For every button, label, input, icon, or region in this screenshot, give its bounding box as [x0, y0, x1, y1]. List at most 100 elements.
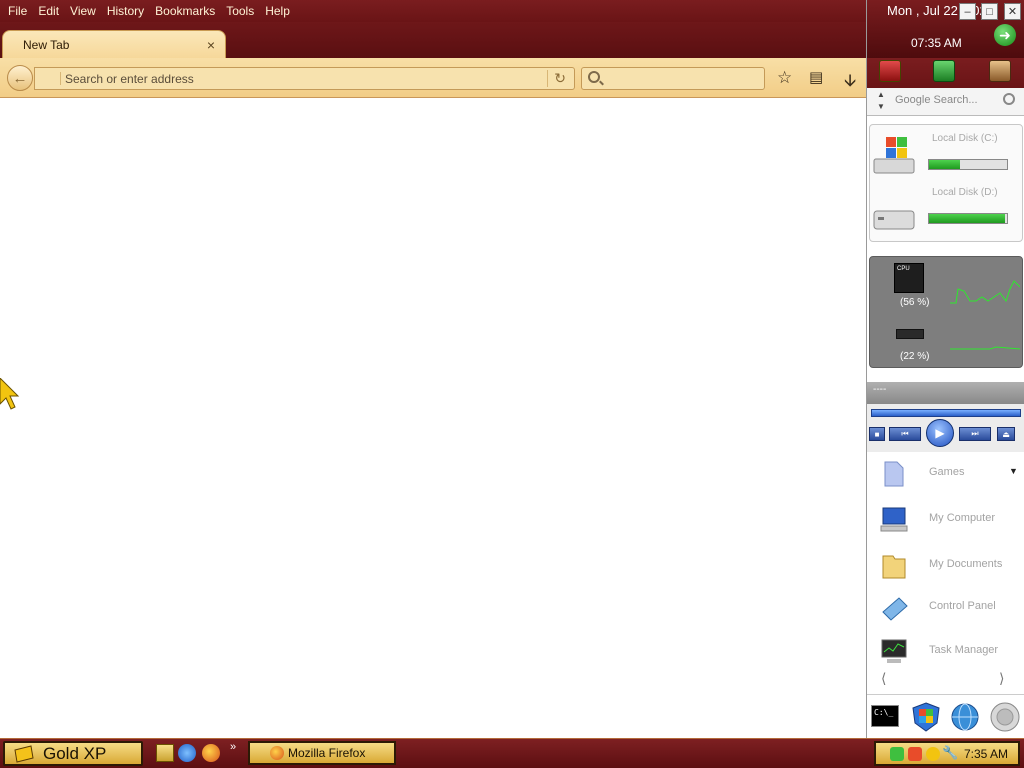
menu-file[interactable]: File	[4, 4, 34, 18]
clock-date: Mon , Jul 22, 2024	[887, 3, 994, 18]
launcher-next-icon[interactable]: ⟩	[999, 670, 1004, 687]
internet-explorer-icon[interactable]	[178, 744, 196, 762]
mouse-cursor-icon	[0, 378, 20, 410]
security-shield-icon[interactable]	[911, 701, 941, 733]
launcher-label-control-panel: Control Panel	[929, 600, 996, 612]
tray-network-icon[interactable]	[926, 747, 940, 761]
power-controls	[867, 58, 1024, 88]
go-arrow-icon[interactable]: ➜	[994, 24, 1016, 46]
google-search-placeholder: Google Search...	[895, 94, 978, 106]
taskbar-button-label: Mozilla Firefox	[288, 746, 366, 760]
shutdown-icon[interactable]	[879, 60, 901, 82]
command-prompt-icon[interactable]: C:\_	[871, 705, 899, 727]
previous-icon[interactable]: ⏮	[889, 427, 921, 441]
my-computer-icon	[880, 507, 908, 532]
menu-bar: File Edit View History Bookmarks Tools H…	[0, 0, 866, 22]
system-tray: 🔧 7:35 AM	[874, 741, 1020, 766]
cpu-gauge-icon: CPU	[894, 263, 924, 293]
task-manager-icon	[881, 639, 907, 663]
tray-shield-icon[interactable]	[908, 747, 922, 761]
player-seek-bar[interactable]	[871, 409, 1021, 417]
launcher-item-control-panel[interactable]: Control Panel	[867, 588, 1024, 628]
next-icon[interactable]: ⏭	[959, 427, 991, 441]
reading-list-icon[interactable]: ▤	[809, 68, 823, 86]
identity-icon	[43, 72, 61, 85]
firefox-window: File Edit View History Bookmarks Tools H…	[0, 0, 866, 738]
firefox-icon	[270, 746, 284, 760]
menu-tools[interactable]: Tools	[222, 4, 261, 18]
downloads-icon[interactable]: 🡫	[844, 68, 856, 97]
games-icon	[884, 461, 904, 487]
media-player-gadget: ---- ■ ⏮ ▶ ⏭ ⏏	[867, 382, 1024, 452]
menu-history[interactable]: History	[103, 4, 151, 18]
clock-gadget: Mon , Jul 22, 2024 07:35 AM – □ ✕ ➜	[867, 0, 1024, 58]
tab-close-icon[interactable]: ×	[207, 37, 215, 53]
network-globe-icon[interactable]	[949, 701, 981, 733]
tray-tool-icon[interactable]: 🔧	[942, 745, 958, 761]
close-icon[interactable]: ✕	[1004, 3, 1021, 20]
my-documents-icon	[882, 555, 906, 579]
tray-clock[interactable]: 7:35 AM	[964, 747, 1008, 761]
tray-recycle-icon[interactable]	[890, 747, 904, 761]
launcher-item-my-computer[interactable]: My Computer	[867, 500, 1024, 540]
disk-c-fill	[929, 160, 961, 169]
search-engine-up-icon[interactable]: ▲	[877, 90, 885, 99]
taskbar-button-firefox[interactable]: Mozilla Firefox	[248, 741, 396, 765]
clock-time: 07:35 AM	[911, 36, 962, 50]
firefox-quicklaunch-icon[interactable]	[202, 744, 220, 762]
launcher-label-games: Games	[929, 466, 965, 478]
disk-c-label: Local Disk (C:)	[932, 133, 998, 144]
google-search-icon[interactable]	[1003, 93, 1015, 105]
minimize-icon[interactable]: –	[959, 3, 976, 20]
bookmark-star-icon[interactable]: ☆	[777, 68, 792, 88]
disk-d-fill	[929, 214, 1006, 223]
reload-icon[interactable]: ↻	[547, 70, 566, 87]
cpu-memory-meter: CPU (56 %) (22 %)	[869, 256, 1023, 368]
launcher-item-task-manager[interactable]: Task Manager	[867, 632, 1024, 672]
menu-bookmarks[interactable]: Bookmarks	[151, 4, 222, 18]
disk-c-bar	[928, 159, 1008, 170]
search-bar[interactable]	[581, 67, 765, 90]
disk-gadget: Local Disk (C:) Local Disk (D:)	[869, 124, 1023, 242]
launcher-label-my-documents: My Documents	[929, 558, 1003, 570]
maximize-icon[interactable]: □	[981, 3, 998, 20]
launcher-item-games[interactable]: Games ▼	[867, 454, 1024, 494]
tab-title: New Tab	[23, 37, 70, 52]
data-drive-icon	[873, 210, 915, 230]
address-bar[interactable]: ↻	[34, 67, 575, 90]
launcher-label-task-manager: Task Manager	[929, 644, 999, 656]
back-button[interactable]: ←	[7, 65, 33, 91]
system-drive-icon	[873, 137, 915, 174]
back-arrow-icon: ←	[12, 69, 28, 87]
start-label: Gold XP	[43, 743, 107, 763]
start-button[interactable]: Gold XP	[3, 741, 143, 766]
sidebar-gadgets: Mon , Jul 22, 2024 07:35 AM – □ ✕ ➜ ▲ ▼ …	[866, 0, 1024, 738]
logoff-icon[interactable]	[989, 60, 1011, 82]
menu-help[interactable]: Help	[261, 4, 297, 18]
control-panel-icon	[882, 597, 908, 621]
address-input[interactable]	[65, 70, 535, 87]
launcher-label-my-computer: My Computer	[929, 512, 996, 524]
memory-graph	[950, 346, 1020, 350]
eject-icon[interactable]: ⏏	[997, 427, 1015, 441]
menu-edit[interactable]: Edit	[34, 4, 66, 18]
launcher-dropdown-icon[interactable]: ▼	[1009, 466, 1018, 476]
restart-icon[interactable]	[933, 60, 955, 82]
desktop: File Edit View History Bookmarks Tools H…	[0, 0, 1024, 768]
launcher-prev-icon[interactable]: ⟨	[881, 670, 886, 687]
menu-view[interactable]: View	[66, 4, 103, 18]
speaker-icon[interactable]	[989, 701, 1021, 733]
cpu-graph	[950, 280, 1020, 304]
quicklaunch-more-icon[interactable]: »	[230, 741, 236, 753]
play-icon[interactable]: ▶	[926, 419, 954, 447]
cpu-percent: (56 %)	[900, 297, 930, 308]
stop-icon[interactable]: ■	[869, 427, 885, 441]
launcher-item-my-documents[interactable]: My Documents	[867, 546, 1024, 586]
disk-d-label: Local Disk (D:)	[932, 187, 998, 198]
disk-d-bar	[928, 213, 1008, 224]
start-flag-icon	[14, 744, 34, 763]
tab-new-tab[interactable]: New Tab ×	[2, 30, 226, 58]
search-engine-down-icon[interactable]: ▼	[877, 102, 885, 111]
show-desktop-icon[interactable]	[156, 744, 174, 762]
google-search-gadget[interactable]: ▲ ▼ Google Search...	[867, 88, 1024, 116]
